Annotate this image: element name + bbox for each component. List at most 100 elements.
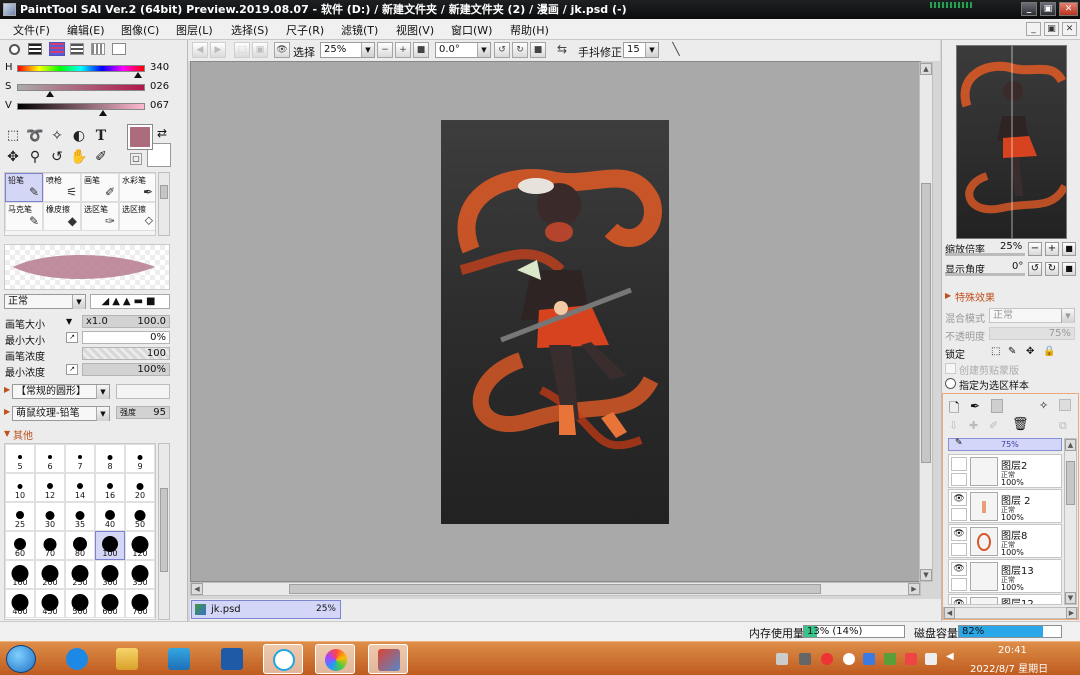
eyedropper-icon[interactable]: ✐: [91, 148, 111, 166]
brush-size-cell[interactable]: 300: [95, 560, 125, 589]
scroll-right-icon[interactable]: ▶: [1066, 607, 1077, 619]
size-mult-dropdown-icon[interactable]: ▼: [66, 317, 72, 326]
brush-size-cell[interactable]: 80: [65, 531, 95, 560]
brush-size-cell[interactable]: 7: [65, 444, 95, 473]
zoom-icon[interactable]: ⚲: [25, 148, 45, 166]
tray-qq-icon[interactable]: [821, 653, 833, 665]
brush-brush[interactable]: 画笔 ✐: [81, 173, 119, 202]
nav-rotate-reset-button[interactable]: ■: [1062, 262, 1076, 276]
flip-horizontal-icon[interactable]: ⇆: [554, 42, 570, 58]
scrollbar-thumb[interactable]: [921, 183, 931, 463]
brush-size-cell[interactable]: 50: [125, 502, 155, 531]
menu-view[interactable]: 视图(V): [396, 22, 434, 38]
layer-checkbox[interactable]: [951, 578, 967, 591]
mdi-minimize-button[interactable]: _: [1026, 22, 1041, 36]
scrollbar-thumb[interactable]: [289, 584, 821, 594]
brush-size-cell[interactable]: 700: [125, 589, 155, 618]
mdi-restore-button[interactable]: ▣: [1044, 22, 1059, 36]
brush-size-cell[interactable]: 400: [5, 589, 35, 618]
menu-select[interactable]: 选择(S): [231, 22, 269, 38]
expand-arrow-icon[interactable]: ▼: [4, 429, 10, 438]
brush-texture-select[interactable]: 萌鼠纹理-铅笔 ▼: [12, 406, 110, 421]
expand-arrow-icon[interactable]: ▶: [4, 385, 10, 394]
scratchpad-icon[interactable]: [112, 43, 126, 55]
brush-pencil[interactable]: 铅笔 ✎: [5, 173, 43, 202]
layer-blend-mode-select[interactable]: 正常 ▼: [989, 308, 1075, 323]
canvas-vertical-scrollbar[interactable]: ▲ ▼: [919, 62, 933, 582]
layer-checkbox[interactable]: [951, 508, 967, 521]
eye-icon[interactable]: 👁: [951, 562, 967, 576]
layer-checkbox[interactable]: [951, 543, 967, 556]
brush-select-eraser[interactable]: 选区擦 ⬦: [119, 202, 155, 231]
undo-icon[interactable]: ◀: [192, 42, 208, 58]
scrollbar-thumb[interactable]: [160, 185, 168, 199]
layer-mask-icon[interactable]: [1059, 399, 1071, 411]
new-vector-layer-icon[interactable]: ✒: [970, 399, 980, 413]
scroll-up-icon[interactable]: ▲: [1065, 439, 1076, 451]
scroll-left-icon[interactable]: ◀: [944, 607, 955, 619]
selection-visibility-eye-icon[interactable]: 👁: [274, 42, 290, 58]
scrollbar-thumb[interactable]: [160, 488, 168, 572]
expand-arrow-icon[interactable]: ▶: [945, 291, 951, 300]
brush-shape-select[interactable]: 【常规的圆形】 ▼: [12, 384, 110, 399]
texture-strength-slider[interactable]: 强度 95: [116, 406, 170, 419]
clear-layer-icon[interactable]: ✐: [989, 419, 998, 432]
tray-security-icon[interactable]: [884, 653, 896, 665]
brush-size-cell[interactable]: 8: [95, 444, 125, 473]
nav-zoom-out-button[interactable]: −: [1028, 242, 1042, 256]
deselect-icon[interactable]: ⬚: [234, 42, 250, 58]
menu-ruler[interactable]: 尺子(R): [286, 22, 324, 38]
selection-sample-radio[interactable]: [945, 378, 956, 389]
tray-flag-icon[interactable]: [905, 653, 917, 665]
delete-layer-icon[interactable]: 🗑: [1012, 417, 1029, 432]
nav-zoom-reset-button[interactable]: ■: [1062, 242, 1076, 256]
hue-slider[interactable]: [17, 65, 145, 72]
primary-color-swatch[interactable]: [127, 124, 153, 150]
value-slider[interactable]: [17, 103, 145, 110]
brush-size-cell[interactable]: 500: [65, 589, 95, 618]
brush-size-cell[interactable]: 450: [35, 589, 65, 618]
brush-size-slider[interactable]: x1.0 100.0: [82, 315, 170, 328]
layer-row[interactable]: 👁 图层12: [948, 594, 1062, 605]
min-density-slider[interactable]: 100%: [82, 363, 170, 376]
zoom-in-button[interactable]: +: [395, 42, 411, 58]
navigator-preview[interactable]: [956, 45, 1067, 239]
layer-checkbox[interactable]: [951, 473, 967, 486]
lock-transparency-icon[interactable]: ⬚: [991, 346, 1000, 357]
pressure-icon[interactable]: ↗: [66, 332, 78, 343]
brush-size-cell[interactable]: 6: [35, 444, 65, 473]
menu-edit[interactable]: 编辑(E): [67, 22, 105, 38]
eye-icon[interactable]: 👁: [951, 597, 967, 604]
layer-row[interactable]: 图层2 正常 100%: [948, 454, 1062, 488]
tray-usb-icon[interactable]: [776, 653, 788, 665]
rotate-reset-button[interactable]: ■: [530, 42, 546, 58]
menu-help[interactable]: 帮助(H): [510, 22, 549, 38]
apply-mask-icon[interactable]: ⧉: [1059, 419, 1067, 433]
rotate-ccw-button[interactable]: ↺: [494, 42, 510, 58]
swatches-icon[interactable]: [91, 43, 105, 55]
taskbar-word[interactable]: [212, 644, 252, 674]
tray-expand-icon[interactable]: ◀: [946, 651, 954, 662]
scroll-up-icon[interactable]: ▲: [920, 63, 932, 75]
brush-size-cell[interactable]: 5: [5, 444, 35, 473]
brush-size-cell[interactable]: 35: [65, 502, 95, 531]
taskbar-explorer[interactable]: [107, 644, 147, 674]
size-grid-scrollbar[interactable]: [158, 443, 170, 620]
clock-time[interactable]: 20:41: [998, 645, 1027, 656]
brush-select-pen[interactable]: 选区笔 ✑: [81, 202, 119, 231]
eye-icon[interactable]: 👁: [951, 527, 967, 541]
saturation-slider[interactable]: [17, 84, 145, 91]
brush-watercolor[interactable]: 水彩笔 ✒: [119, 173, 155, 202]
value-slider-knob[interactable]: [98, 110, 107, 116]
menu-window[interactable]: 窗口(W): [451, 22, 492, 38]
layer-row-selected[interactable]: ✎ 75%: [948, 438, 1062, 451]
hue-slider-knob[interactable]: [133, 72, 142, 78]
brush-size-cell[interactable]: 70: [35, 531, 65, 560]
redo-icon[interactable]: ▶: [210, 42, 226, 58]
menu-file[interactable]: 文件(F): [13, 22, 50, 38]
brush-size-cell[interactable]: 100: [95, 531, 125, 560]
brush-size-cell[interactable]: 20: [125, 473, 155, 502]
brush-size-cell[interactable]: 60: [5, 531, 35, 560]
color-mixer-icon[interactable]: [70, 43, 84, 55]
saturation-slider-knob[interactable]: [46, 91, 55, 97]
